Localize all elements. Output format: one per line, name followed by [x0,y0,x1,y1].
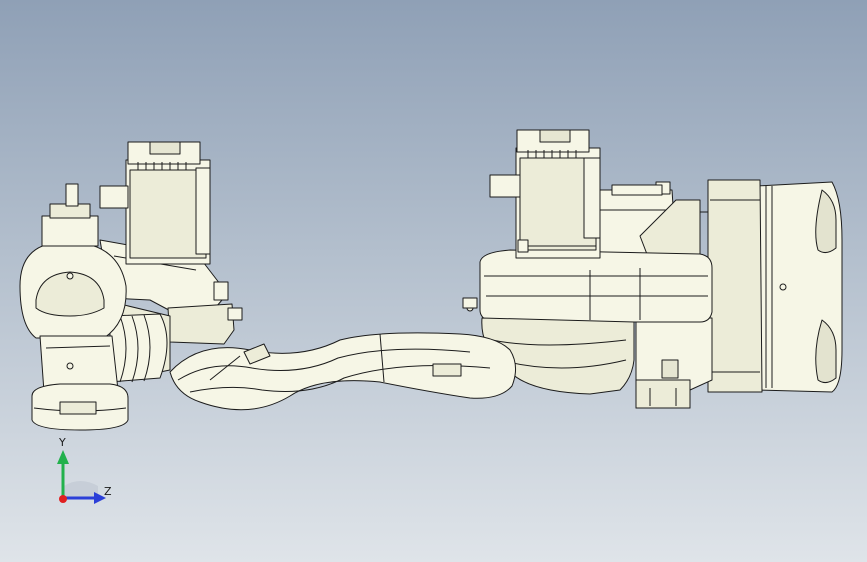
base-bracket[interactable] [635,317,713,409]
y-axis-label: Y [59,436,66,449]
coordinate-triad: Y Z [40,436,130,518]
robot-arm-model[interactable] [0,0,867,562]
wrist-barrel[interactable] [109,313,168,383]
tool-flange[interactable] [31,335,129,431]
base-gearbox[interactable] [597,181,701,263]
base-flange[interactable] [700,179,843,393]
z-axis-label: Z [104,485,112,498]
cad-viewport[interactable]: Y Z [0,0,867,562]
shoulder-servo-motor[interactable] [489,129,601,259]
